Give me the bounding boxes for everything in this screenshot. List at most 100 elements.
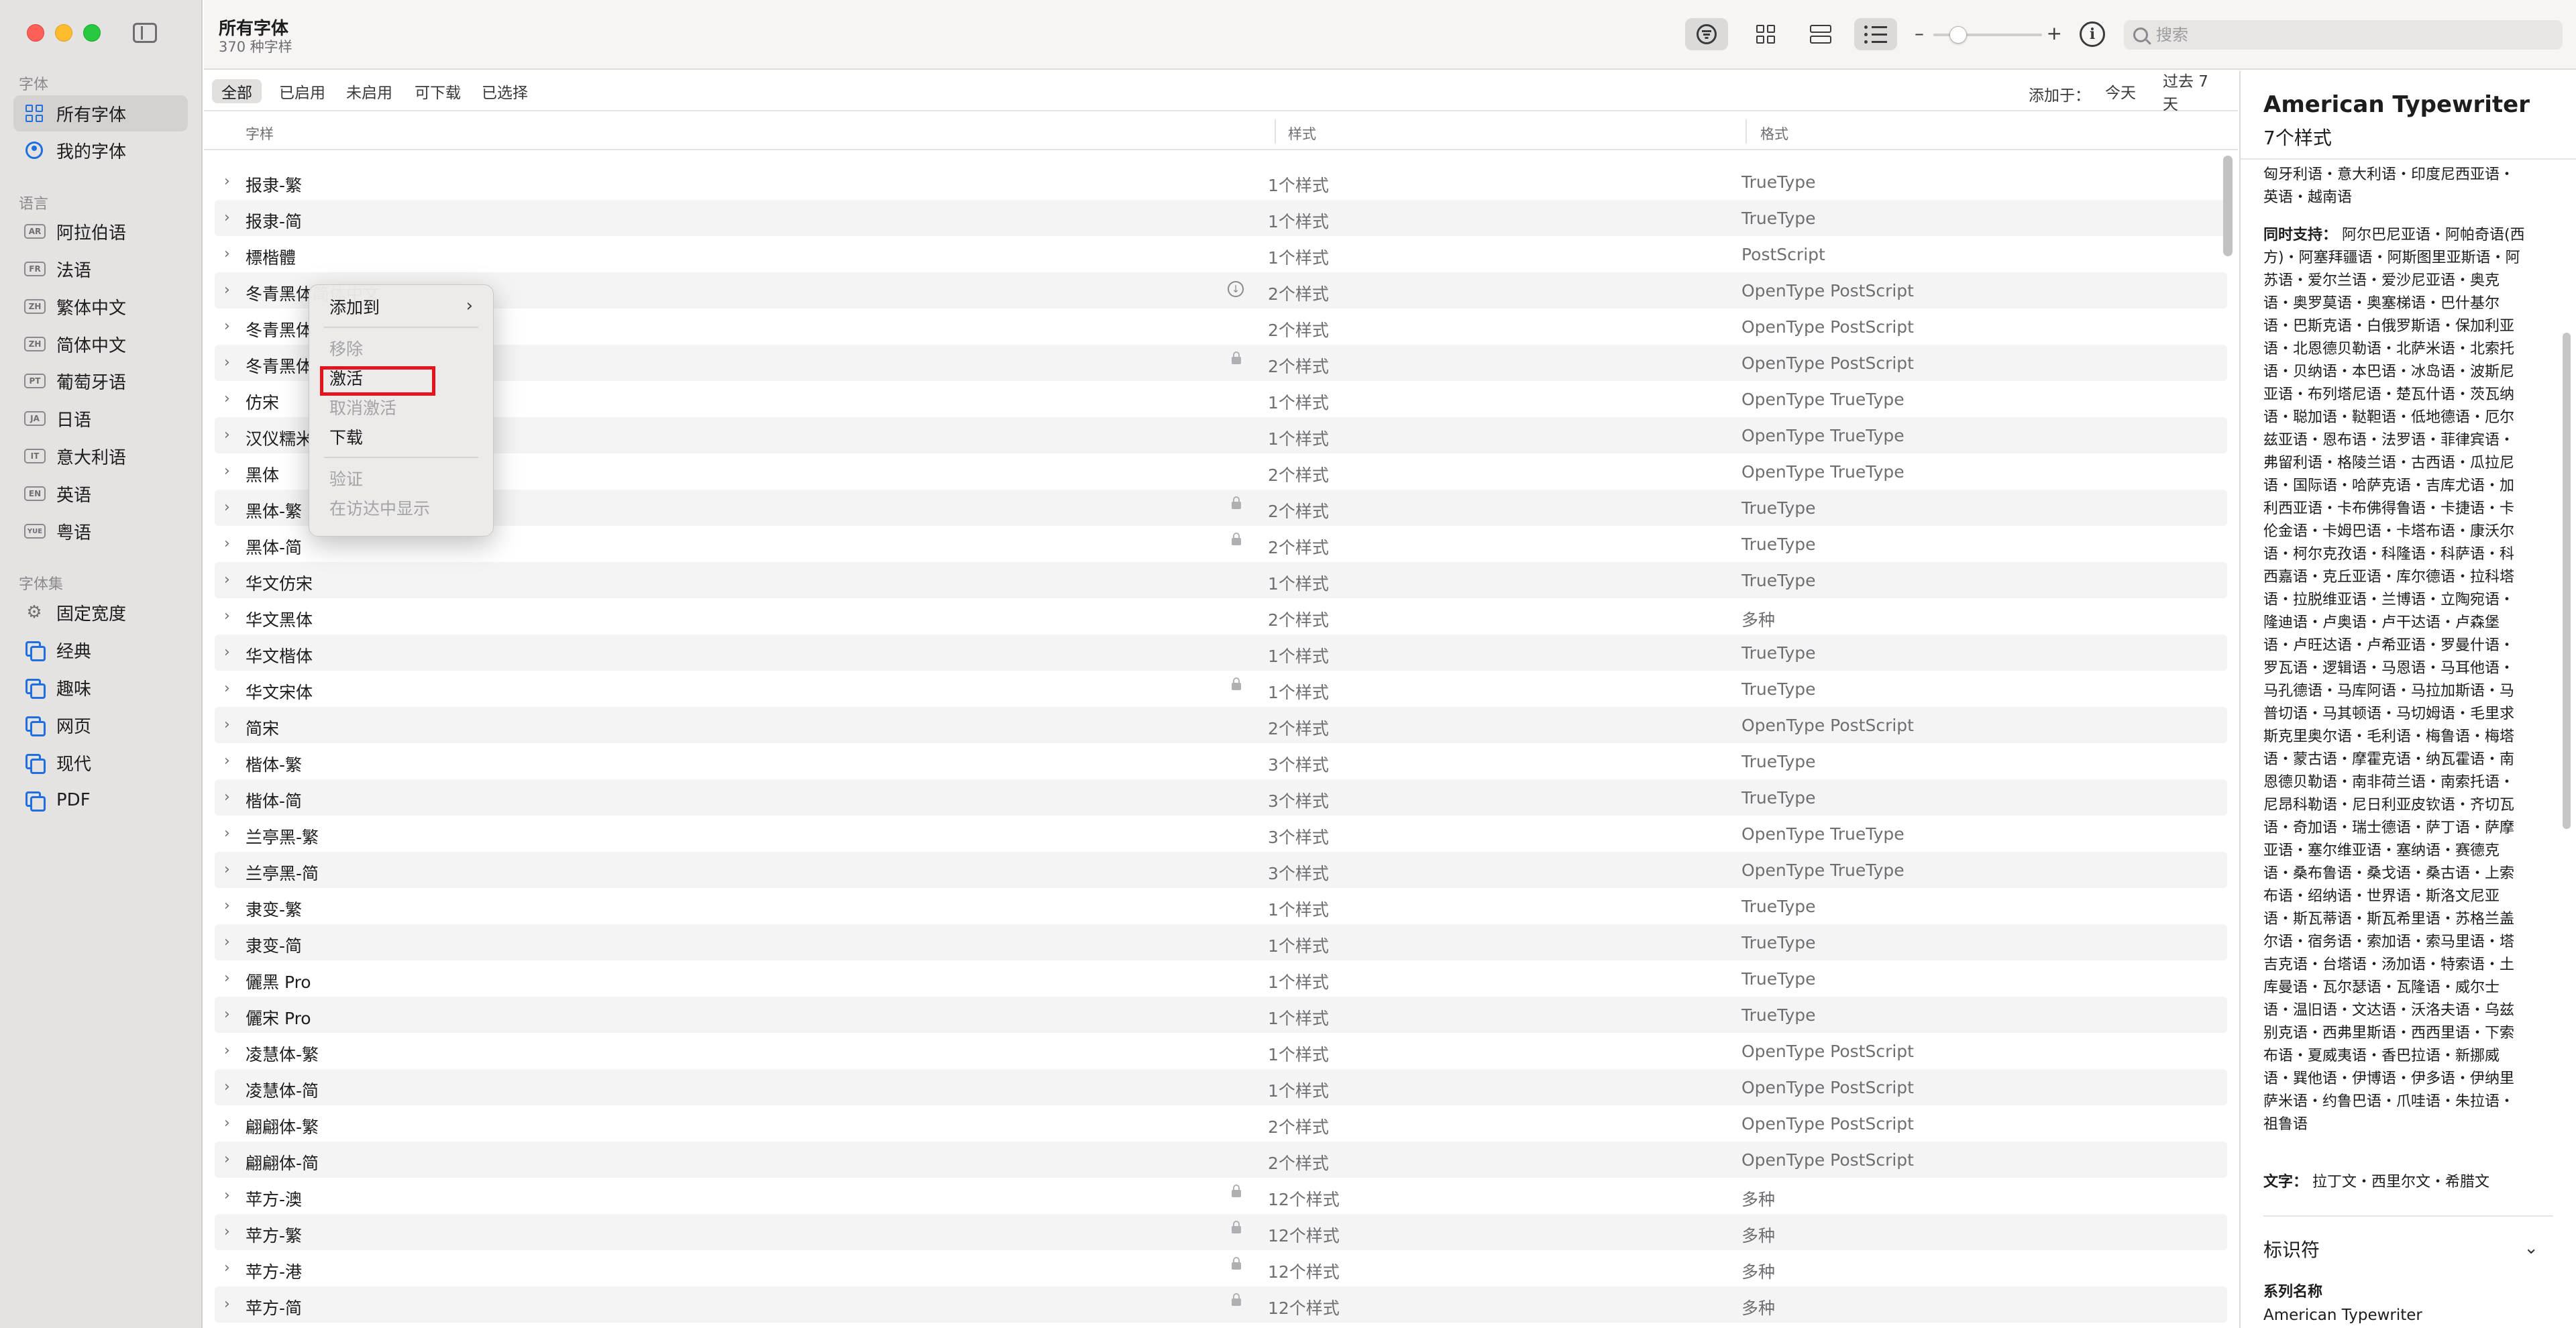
disclosure-chevron-icon[interactable]: › [224,1078,230,1095]
table-row[interactable]: › 华文仿宋 1个样式 TrueType [215,562,2227,598]
table-row[interactable]: › 华文宋体 1个样式 TrueType [215,671,2227,707]
table-scrollbar[interactable] [2223,156,2233,256]
disclosure-chevron-icon[interactable]: › [224,789,230,806]
sidebar-item-italian[interactable]: IT 意大利语 [13,438,188,474]
table-row[interactable]: › 仿宋 1个样式 OpenType TrueType [215,381,2227,417]
download-icon[interactable]: ↓ [1228,281,1244,297]
table-row[interactable]: ›冬青黑体简体中文↓2个样式OpenType PostScript [215,272,2227,309]
sidebar-item-classic[interactable]: 经典 [13,632,188,668]
table-row[interactable]: › 儷黑 Pro 1个样式 TrueType [215,960,2227,997]
sidebar-item-arabic[interactable]: AR 阿拉伯语 [13,213,188,250]
disclosure-chevron-icon[interactable]: › [224,1006,230,1023]
filter-chip-enabled[interactable]: 已启用 [270,79,335,103]
disclosure-chevron-icon[interactable]: › [224,1115,230,1131]
filter-chip-downloadable[interactable]: 可下载 [405,79,470,103]
table-row[interactable]: › 凌慧体-繁 1个样式 OpenType PostScript [215,1033,2227,1069]
table-row[interactable]: › 简宋 2个样式 OpenType PostScript [215,707,2227,743]
disclosure-chevron-icon[interactable]: › [224,571,230,588]
disclosure-chevron-icon[interactable]: › [224,173,230,190]
column-divider[interactable] [1275,119,1276,144]
table-row[interactable]: › 翩翩体-繁 2个样式 OpenType PostScript [215,1105,2227,1142]
filter-chip-selected[interactable]: 已选择 [472,79,537,103]
info-icon[interactable]: i [2080,21,2105,47]
sidebar-item-traditional-chinese[interactable]: ZH 繁体中文 [13,288,188,325]
search-field[interactable] [2124,20,2563,50]
disclosure-chevron-icon[interactable]: › [224,970,230,987]
table-row[interactable]: › 冬青黑体 2个样式 OpenType PostScript [215,345,2227,381]
sidebar-toggle-icon[interactable] [133,23,157,43]
table-row[interactable]: › 隶变-简 1个样式 TrueType [215,924,2227,960]
table-row[interactable]: › 楷体-简 3个样式 TrueType [215,779,2227,816]
preview-size-slider[interactable]: – + [1915,22,2062,46]
sidebar-item-fixed-width[interactable]: ⚙ 固定宽度 [13,594,188,630]
table-row[interactable]: › 楷体-繁 3个样式 TrueType [215,743,2227,779]
table-row[interactable]: › 黑体-繁 2个样式 TrueType [215,490,2227,526]
table-row[interactable]: › 冬青黑体 2个样式 OpenType PostScript [215,309,2227,345]
disclosure-chevron-icon[interactable]: › [224,318,230,335]
table-row[interactable]: › 黑体 2个样式 OpenType TrueType [215,453,2227,490]
sidebar-item-cantonese[interactable]: YUE 粤语 [13,513,188,549]
sidebar-item-french[interactable]: FR 法语 [13,251,188,287]
table-row[interactable]: › 翩翩体-简 2个样式 OpenType PostScript [215,1142,2227,1178]
chevron-down-icon[interactable]: ⌄ [2524,1238,2538,1258]
column-header-styles[interactable]: 样式 [1288,123,1316,144]
info-scrollbar[interactable] [2563,333,2571,829]
table-row[interactable]: › 標楷體 1个样式 PostScript [215,236,2227,272]
table-row[interactable]: › 兰亭黑-繁 3个样式 OpenType TrueType [215,816,2227,852]
column-header-format[interactable]: 格式 [1760,123,1788,144]
added-today-chip[interactable]: 今天 [2096,79,2145,103]
disclosure-chevron-icon[interactable]: › [224,427,230,443]
sidebar-item-japanese[interactable]: JA 日语 [13,400,188,437]
disclosure-chevron-icon[interactable]: › [224,1187,230,1204]
table-row[interactable]: › 隶变-繁 1个样式 TrueType [215,888,2227,924]
sidebar-item-fun[interactable]: 趣味 [13,669,188,706]
table-row[interactable]: › 华文黑体 2个样式 多种 [215,598,2227,634]
table-row[interactable]: › 华文楷体 1个样式 TrueType [215,634,2227,671]
disclosure-chevron-icon[interactable]: › [224,861,230,878]
disclosure-chevron-icon[interactable]: › [224,644,230,661]
disclosure-chevron-icon[interactable]: › [224,825,230,842]
table-row[interactable]: › 儷宋 Pro 1个样式 TrueType [215,997,2227,1033]
filter-chip-disabled[interactable]: 未启用 [337,79,402,103]
filter-button[interactable] [1685,18,1728,50]
disclosure-chevron-icon[interactable]: › [224,1260,230,1276]
table-row[interactable]: › 苹方-繁 12个样式 多种 [215,1214,2227,1250]
sidebar-item-my-fonts[interactable]: 我的字体 [13,132,188,168]
sidebar-item-all-fonts[interactable]: 所有字体 [13,95,188,131]
disclosure-chevron-icon[interactable]: › [224,1151,230,1168]
menu-item-download[interactable]: 下载 [317,422,485,451]
disclosure-chevron-icon[interactable]: › [224,934,230,950]
disclosure-chevron-icon[interactable]: › [224,897,230,914]
table-row[interactable]: › 黑体-简 2个样式 TrueType [215,526,2227,562]
sidebar-item-portuguese[interactable]: PT 葡萄牙语 [13,363,188,399]
added-7days-chip[interactable]: 过去 7 天 [2153,73,2238,113]
search-input[interactable] [2156,25,2545,44]
sidebar-item-modern[interactable]: 现代 [13,744,188,781]
disclosure-chevron-icon[interactable]: › [224,282,230,298]
table-row[interactable]: › 报隶-简 1个样式 TrueType [215,200,2227,236]
table-row[interactable]: › 报隶-繁 1个样式 TrueType [215,164,2227,200]
disclosure-chevron-icon[interactable]: › [224,753,230,769]
slider-knob[interactable] [1949,26,1967,44]
disclosure-chevron-icon[interactable]: › [224,680,230,697]
disclosure-chevron-icon[interactable]: › [224,1042,230,1059]
disclosure-chevron-icon[interactable]: › [224,608,230,624]
info-section-identifier[interactable]: 标识符 [2263,1235,2320,1262]
disclosure-chevron-icon[interactable]: › [224,1296,230,1313]
filter-chip-all[interactable]: 全部 [212,79,262,103]
disclosure-chevron-icon[interactable]: › [224,499,230,516]
close-window-button[interactable] [27,24,44,42]
disclosure-chevron-icon[interactable]: › [224,716,230,733]
sidebar-item-simplified-chinese[interactable]: ZH 简体中文 [13,326,188,362]
sidebar-item-web[interactable]: 网页 [13,707,188,743]
disclosure-chevron-icon[interactable]: › [224,209,230,226]
table-row[interactable]: › 兰亭黑-简 3个样式 OpenType TrueType [215,852,2227,888]
table-row[interactable]: › 汉仪糯米 1个样式 OpenType TrueType [215,417,2227,453]
table-row[interactable]: › 苹方-港 12个样式 多种 [215,1250,2227,1286]
minimize-window-button[interactable] [55,24,72,42]
fullscreen-window-button[interactable] [83,24,101,42]
table-row[interactable]: › 苹方-简 12个样式 多种 [215,1286,2227,1323]
strip-view-button[interactable] [1799,18,1842,50]
disclosure-chevron-icon[interactable]: › [224,245,230,262]
sidebar-item-pdf[interactable]: PDF [13,782,188,818]
